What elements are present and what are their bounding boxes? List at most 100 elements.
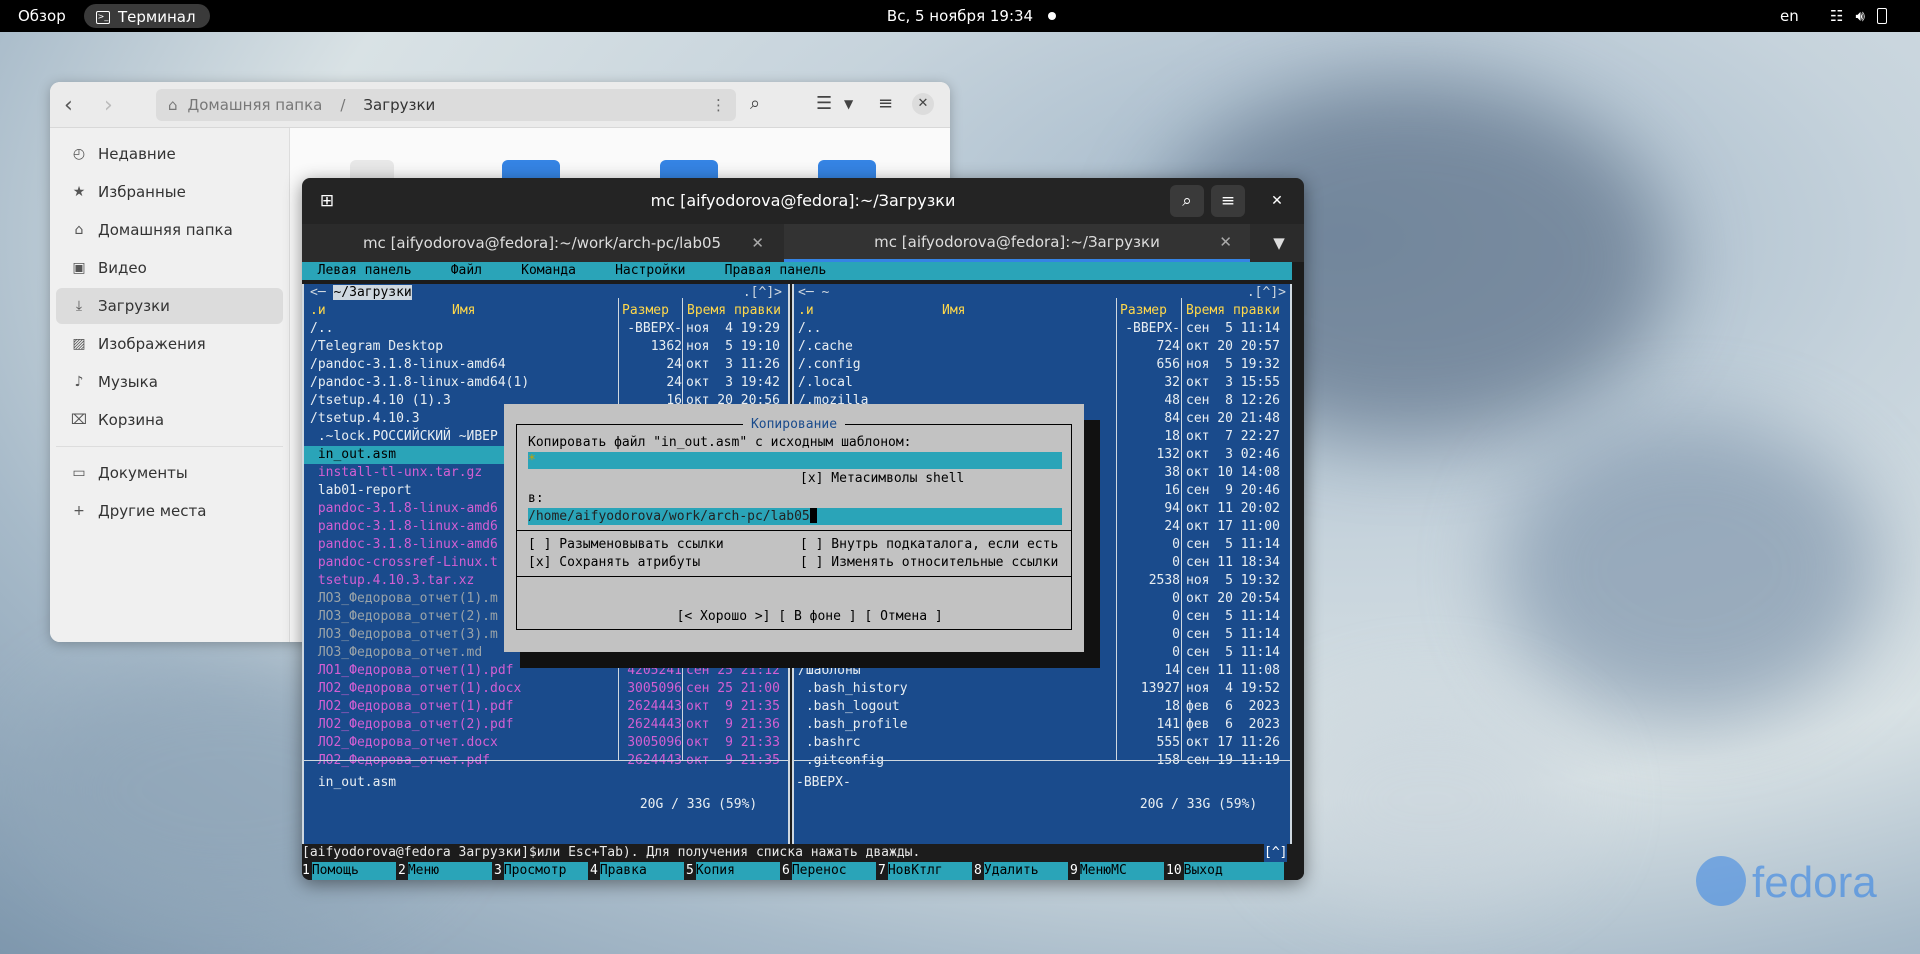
target-input[interactable]: /home/aifyodorova/work/arch-pc/lab05 (528, 508, 1062, 525)
fkey-label: Просмотр (503, 862, 588, 880)
file-row[interactable]: /.config 656 ноя 5 19:32 (794, 356, 1290, 374)
col-header-size[interactable]: Размер (1120, 302, 1167, 320)
file-row[interactable]: .gitconfig 158 сен 19 11:19 (794, 752, 1290, 770)
tab-close-icon[interactable]: ✕ (751, 234, 764, 252)
fkey-5[interactable]: 5 Копия (686, 862, 780, 880)
file-row[interactable]: ЛО2_Федорова_отчет(1).pdf 2624443 окт 9 21… (304, 698, 788, 716)
file-row[interactable]: ЛО2_Федорова_отчет(2).pdf 2624443 окт 9 21… (304, 716, 788, 734)
fkey-3[interactable]: 3 Просмотр (494, 862, 588, 880)
col-header-n[interactable]: .и (798, 302, 814, 320)
file-row[interactable]: ЛО2_Федорова_отчет(1).docx 3005096 сен 25 … (304, 680, 788, 698)
close-button[interactable]: ✕ (1260, 185, 1294, 217)
fkey-4[interactable]: 4 Правка (590, 862, 684, 880)
col-header-name[interactable]: Имя (942, 302, 965, 320)
file-row[interactable]: /.local 32 окт 3 15:55 (794, 374, 1290, 392)
relative-links-checkbox[interactable]: [ ] Изменять относительные ссылки (800, 554, 1058, 572)
search-icon[interactable]: ⌕ (750, 93, 760, 114)
col-header-time[interactable]: Время правки (687, 302, 781, 320)
sidebar-item-label: Недавние (98, 145, 176, 163)
file-row[interactable]: /pandoc-3.1.8-linux-amd64(1) 24 окт 3 19:4… (304, 374, 788, 392)
mc-menubar[interactable]: Левая панель Файл Команда Настройки Прав… (302, 262, 1292, 280)
fkey-9[interactable]: 9 МенюMC (1070, 862, 1164, 880)
tab-lab05[interactable]: mc [aifyodorova@fedora]:~/work/arch-pc/l… (302, 224, 782, 262)
tabs-menu-button[interactable]: ▼ (1254, 224, 1304, 262)
file-row[interactable]: ЛО2_Федорова_отчет.pdf 2624443 окт 9 21:35 (304, 752, 788, 770)
sidebar-item-trash[interactable]: ⌧ Корзина (56, 402, 283, 438)
path-bar[interactable]: ⌂ Домашняя папка / Загрузки ⋮ (156, 89, 736, 121)
system-tray[interactable]: ☷ 🔊︎ (1830, 7, 1887, 25)
pattern-input[interactable]: * (528, 452, 1062, 469)
fkey-1[interactable]: 1 Помощь (302, 862, 396, 880)
sidebar-item-home[interactable]: ⌂ Домашняя папка (56, 212, 283, 248)
path-home[interactable]: Домашняя папка (188, 96, 323, 114)
file-row[interactable]: .bash_logout 18 фев 6 2023 (794, 698, 1290, 716)
dereference-checkbox[interactable]: [ ] Разыменовывать ссылки (528, 536, 724, 554)
close-icon[interactable]: ✕ (912, 93, 934, 115)
star-icon: ★ (72, 184, 86, 200)
file-name: install-tl-unx.tar.gz (310, 465, 483, 480)
shell-patterns-checkbox[interactable]: [x] Метасимволы shell (800, 470, 964, 488)
chevron-down-icon[interactable]: ▼ (844, 97, 853, 111)
search-button[interactable]: ⌕ (1170, 185, 1204, 217)
file-row[interactable]: /Шаблоны 14 сен 11 11:08 (794, 662, 1290, 680)
path-current[interactable]: Загрузки (363, 96, 435, 114)
menu-icon[interactable]: ≡ (878, 93, 893, 114)
list-view-icon[interactable]: ☰ (816, 93, 832, 114)
file-row[interactable]: /pandoc-3.1.8-linux-amd64 24 окт 3 11:26 (304, 356, 788, 374)
path-menu-icon[interactable]: ⋮ (711, 96, 726, 114)
file-row[interactable]: /.. -ВВЕРХ-сен 5 11:14 (794, 320, 1290, 338)
file-time: окт 17 11:00 (1186, 519, 1280, 534)
sidebar-item-clock[interactable]: ◴ Недавние (56, 136, 283, 172)
sidebar-item-image[interactable]: ▨ Изображения (56, 326, 283, 362)
file-time: ноя 5 19:32 (1186, 573, 1280, 588)
file-time: сен 5 11:14 (1186, 645, 1280, 660)
sidebar-item-plus[interactable]: + Другие места (56, 493, 283, 529)
fkey-number: 4 (590, 863, 600, 878)
file-row[interactable]: /Telegram Desktop 1362 ноя 5 19:10 (304, 338, 788, 356)
sidebar-item-music[interactable]: ♪ Музыка (56, 364, 283, 400)
file-time: окт 3 19:42 (686, 375, 780, 390)
dive-subdir-checkbox[interactable]: [ ] Внутрь подкаталога, если есть (800, 536, 1058, 554)
file-row[interactable]: ЛО1_Федорова_отчет(1).pdf 4205241 сен 25 2… (304, 662, 788, 680)
fkey-7[interactable]: 7 НовКтлг (878, 862, 972, 880)
ok-button[interactable]: [< Хорошо >] (677, 609, 771, 624)
shell-prompt[interactable]: [aifyodorova@fedora Загрузки]$ (302, 844, 537, 862)
back-icon[interactable]: ‹ (64, 93, 73, 118)
command-history-button[interactable]: [^] (1264, 844, 1288, 862)
sidebar-item-star[interactable]: ★ Избранные (56, 174, 283, 210)
fkey-10[interactable]: 10 Выход (1166, 862, 1284, 880)
sidebar-item-folder[interactable]: ▭ Документы (56, 455, 283, 491)
terminal-screen[interactable]: Левая панель Файл Команда Настройки Прав… (302, 262, 1304, 880)
cancel-button[interactable]: [ Отмена ] (864, 609, 942, 624)
fkey-8[interactable]: 8 Удалить (974, 862, 1068, 880)
tab-downloads[interactable]: mc [aifyodorova@fedora]:~/Загрузки ✕ (784, 224, 1250, 262)
app-menu-button[interactable]: >_ Терминал (84, 4, 210, 28)
sidebar-item-download[interactable]: ⤓ Загрузки (56, 288, 283, 324)
menu-button[interactable]: ≡ (1211, 185, 1245, 217)
clock[interactable]: Вс, 5 ноября 19:34 (887, 7, 1033, 25)
file-row[interactable]: ЛО2_Федорова_отчет.docx 3005096 окт 9 21:3… (304, 734, 788, 752)
col-header-name[interactable]: Имя (452, 302, 475, 320)
activities-button[interactable]: Обзор (18, 7, 66, 25)
file-row[interactable]: .bash_profile 141 фев 6 2023 (794, 716, 1290, 734)
left-panel-corner[interactable]: .[^]> (743, 284, 782, 302)
col-header-time[interactable]: Время правки (1186, 302, 1280, 320)
preserve-attrs-checkbox[interactable]: [x] Сохранять атрибуты (528, 554, 700, 572)
close-icon: ✕ (1271, 193, 1283, 209)
fkey-6[interactable]: 6 Перенос (782, 862, 876, 880)
file-row[interactable]: .bash_history 13927 ноя 4 19:52 (794, 680, 1290, 698)
forward-icon[interactable]: › (104, 93, 113, 118)
file-row[interactable]: .bashrc 555 окт 17 11:26 (794, 734, 1290, 752)
file-row[interactable]: /.cache 724 окт 20 20:57 (794, 338, 1290, 356)
tab-close-icon[interactable]: ✕ (1219, 233, 1232, 251)
fkey-label: Перенос (791, 862, 876, 880)
sidebar-item-video[interactable]: ▣ Видео (56, 250, 283, 286)
file-row[interactable]: /.. -ВВЕРХ-ноя 4 19:29 (304, 320, 788, 338)
file-size: 24 (666, 357, 682, 372)
col-header-size[interactable]: Размер (622, 302, 669, 320)
fkey-2[interactable]: 2 Меню (398, 862, 492, 880)
col-header-n[interactable]: .и (310, 302, 326, 320)
right-panel-corner[interactable]: .[^]> (1247, 284, 1286, 302)
keyboard-layout[interactable]: en (1780, 7, 1799, 25)
background-button[interactable]: [ В фоне ] (778, 609, 856, 624)
